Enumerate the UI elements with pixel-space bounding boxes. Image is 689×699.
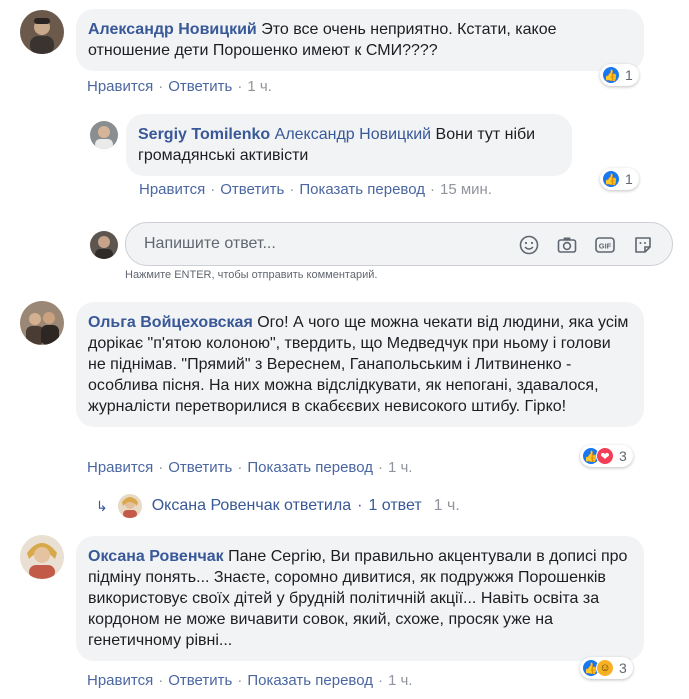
replies-time: 1 ч.: [433, 497, 460, 514]
haha-reaction-icon: ☺: [596, 659, 614, 677]
comment-time[interactable]: 1 ч.: [388, 459, 413, 476]
replies-author: Оксана Ровенчак ответила: [151, 497, 352, 514]
like-link[interactable]: Нравится: [87, 78, 153, 95]
reply-arrow-icon: ↳: [96, 497, 108, 514]
reaction-count: 3: [619, 448, 627, 464]
translate-link[interactable]: Показать перевод: [247, 672, 373, 689]
comment-actions: Нравится · Ответить · 1 ч.: [87, 78, 272, 95]
comment-time[interactable]: 15 мин.: [440, 181, 492, 198]
reply-link[interactable]: Ответить: [220, 181, 284, 198]
comment-bubble: Оксана Ровенчак Пане Сергію, Ви правильн…: [76, 536, 644, 661]
translate-link[interactable]: Показать перевод: [299, 181, 425, 198]
sticker-icon[interactable]: [632, 234, 654, 256]
comment-time[interactable]: 1 ч.: [247, 78, 272, 95]
reply-placeholder: Напишите ответ...: [144, 235, 276, 252]
reaction-summary[interactable]: 👍 ☺ 3: [580, 657, 633, 679]
comment-author[interactable]: Александр Новицкий: [88, 21, 257, 38]
comment-actions: Нравится · Ответить · Показать перевод · 15 ми…: [139, 181, 492, 198]
love-reaction-icon: ❤: [596, 447, 614, 465]
emoji-icon[interactable]: [518, 234, 540, 256]
reply-link[interactable]: Ответить: [168, 672, 232, 689]
reaction-count: 1: [625, 171, 633, 187]
reply-link[interactable]: Ответить: [168, 459, 232, 476]
reaction-count: 1: [625, 67, 633, 83]
reaction-summary[interactable]: 👍 1: [600, 64, 639, 86]
comment-bubble: Ольга Войцеховская Ого! А чого ще можна …: [76, 302, 644, 427]
replies-count: 1 ответ: [368, 497, 422, 514]
avatar[interactable]: [20, 535, 64, 579]
avatar[interactable]: [20, 10, 64, 54]
svg-text:GIF: GIF: [599, 242, 612, 251]
current-user-avatar: [90, 231, 118, 259]
like-link[interactable]: Нравится: [87, 459, 153, 476]
comment-author[interactable]: Оксана Ровенчак: [88, 548, 224, 565]
reaction-count: 3: [619, 660, 627, 676]
translate-link[interactable]: Показать перевод: [247, 459, 373, 476]
reply-input[interactable]: Напишите ответ... GIF: [125, 222, 673, 266]
reaction-summary[interactable]: 👍 1: [600, 168, 639, 190]
like-reaction-icon: 👍: [602, 170, 620, 188]
avatar[interactable]: [20, 301, 64, 345]
reply-author-avatar: [117, 494, 142, 518]
comment-time[interactable]: 1 ч.: [388, 672, 413, 689]
gif-icon[interactable]: GIF: [594, 234, 616, 256]
comment-bubble: Александр Новицкий Это все очень неприят…: [76, 9, 644, 71]
like-link[interactable]: Нравится: [139, 181, 205, 198]
comment-actions: Нравится · Ответить · Показать перевод · 1 ч.: [87, 459, 413, 476]
reaction-summary[interactable]: 👍 ❤ 3: [580, 445, 633, 467]
comment-author[interactable]: Ольга Войцеховская: [88, 314, 253, 331]
avatar[interactable]: [90, 121, 118, 149]
reply-link[interactable]: Ответить: [168, 78, 232, 95]
comment-actions: Нравится · Ответить · Показать перевод · 1 ч.: [87, 672, 413, 689]
camera-icon[interactable]: [556, 234, 578, 256]
mention-link[interactable]: Александр Новицкий: [275, 126, 431, 143]
view-replies-link[interactable]: ↳ Оксана Ровенчак ответила · 1 ответ 1 ч…: [96, 494, 460, 518]
like-link[interactable]: Нравится: [87, 672, 153, 689]
submit-hint: Нажмите ENTER, чтобы отправить комментар…: [125, 269, 378, 281]
comment-bubble: Sergiy Tomilenko Александр Новицкий Вони…: [126, 114, 572, 176]
comment-author[interactable]: Sergiy Tomilenko: [138, 126, 270, 143]
like-reaction-icon: 👍: [602, 66, 620, 84]
